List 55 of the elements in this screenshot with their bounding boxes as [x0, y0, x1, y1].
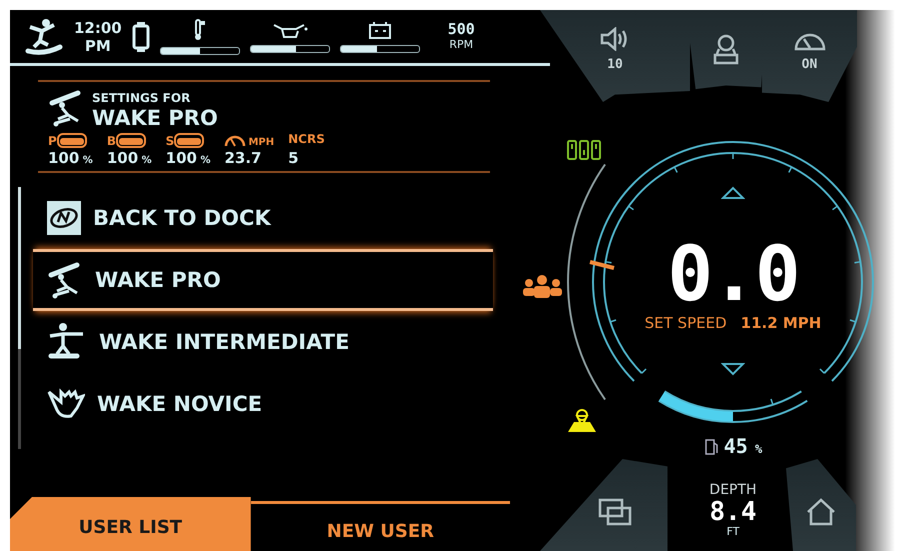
home-icon [805, 498, 837, 526]
surfer-icon [24, 16, 64, 56]
group-icon [523, 275, 562, 298]
set-speed-value: 11.2 MPH [740, 314, 822, 332]
ballast-tank-icon [116, 132, 146, 148]
ballast-letter: B [106, 134, 116, 148]
user-list-item[interactable]: WAKE PRO [33, 249, 493, 311]
ballast-letter: S [166, 134, 174, 148]
profile-name: WAKE PRO [92, 108, 218, 128]
user-list-item[interactable]: WAKE NOVICE [33, 373, 493, 435]
hand-icon [47, 388, 85, 420]
ballast-tank-icon [174, 132, 204, 148]
screens-icon [598, 498, 632, 526]
set-speed-label: SET SPEED [644, 314, 727, 332]
user-name: WAKE NOVICE [97, 392, 262, 416]
stat-value: 100 % [166, 149, 210, 167]
stat-value: 5 [288, 149, 299, 167]
fuel-value: 45 % [724, 434, 762, 458]
set-speed-marker [590, 260, 614, 270]
clock-time: 12:00 [74, 18, 122, 36]
scrollbar[interactable] [18, 187, 21, 449]
speed-up-button[interactable] [721, 186, 745, 200]
user-name: WAKE PRO [95, 268, 221, 292]
speed-unit: MPH [248, 137, 274, 148]
ballast-tank-icon [56, 132, 87, 148]
user-list-item[interactable]: BACK TO DOCK [33, 187, 493, 249]
depth-unit: FT [726, 526, 740, 538]
user-list-item[interactable]: WAKE INTERMEDIATE [33, 311, 493, 373]
tab[interactable]: USER LIST [10, 497, 251, 551]
ballast-letter: P [48, 134, 57, 148]
ncrs-label: NCRS [288, 132, 325, 148]
stat-value: 23.7 [224, 149, 262, 167]
fuel-icon [704, 437, 718, 455]
map-pin-icon [568, 409, 596, 432]
battery-icon [368, 20, 392, 38]
stat-value: 100 % [106, 149, 152, 167]
user-name: BACK TO DOCK [93, 206, 271, 230]
cruise-button[interactable]: ON [762, 10, 857, 102]
stat-value: 100 % [48, 149, 93, 167]
depth-label: DEPTH [709, 482, 757, 498]
speed-readout: 0.0 [667, 234, 799, 314]
trim-icon [567, 140, 601, 160]
settings-caption: SETTINGS FOR [92, 90, 192, 107]
rpm-value: 500 [448, 22, 475, 36]
rpm-unit: RPM [449, 36, 474, 52]
thermometer-icon [194, 18, 206, 40]
depth-value: 8.4 [710, 498, 756, 526]
speed-down-button[interactable] [721, 362, 745, 376]
logo-icon [47, 201, 81, 235]
volume-button[interactable]: 10 [540, 10, 690, 102]
user-name: WAKE INTERMEDIATE [99, 330, 350, 354]
phone-icon [132, 22, 150, 52]
person-icon [711, 33, 741, 65]
clock-period: PM [84, 36, 111, 54]
tab[interactable]: NEW USER [250, 501, 510, 551]
